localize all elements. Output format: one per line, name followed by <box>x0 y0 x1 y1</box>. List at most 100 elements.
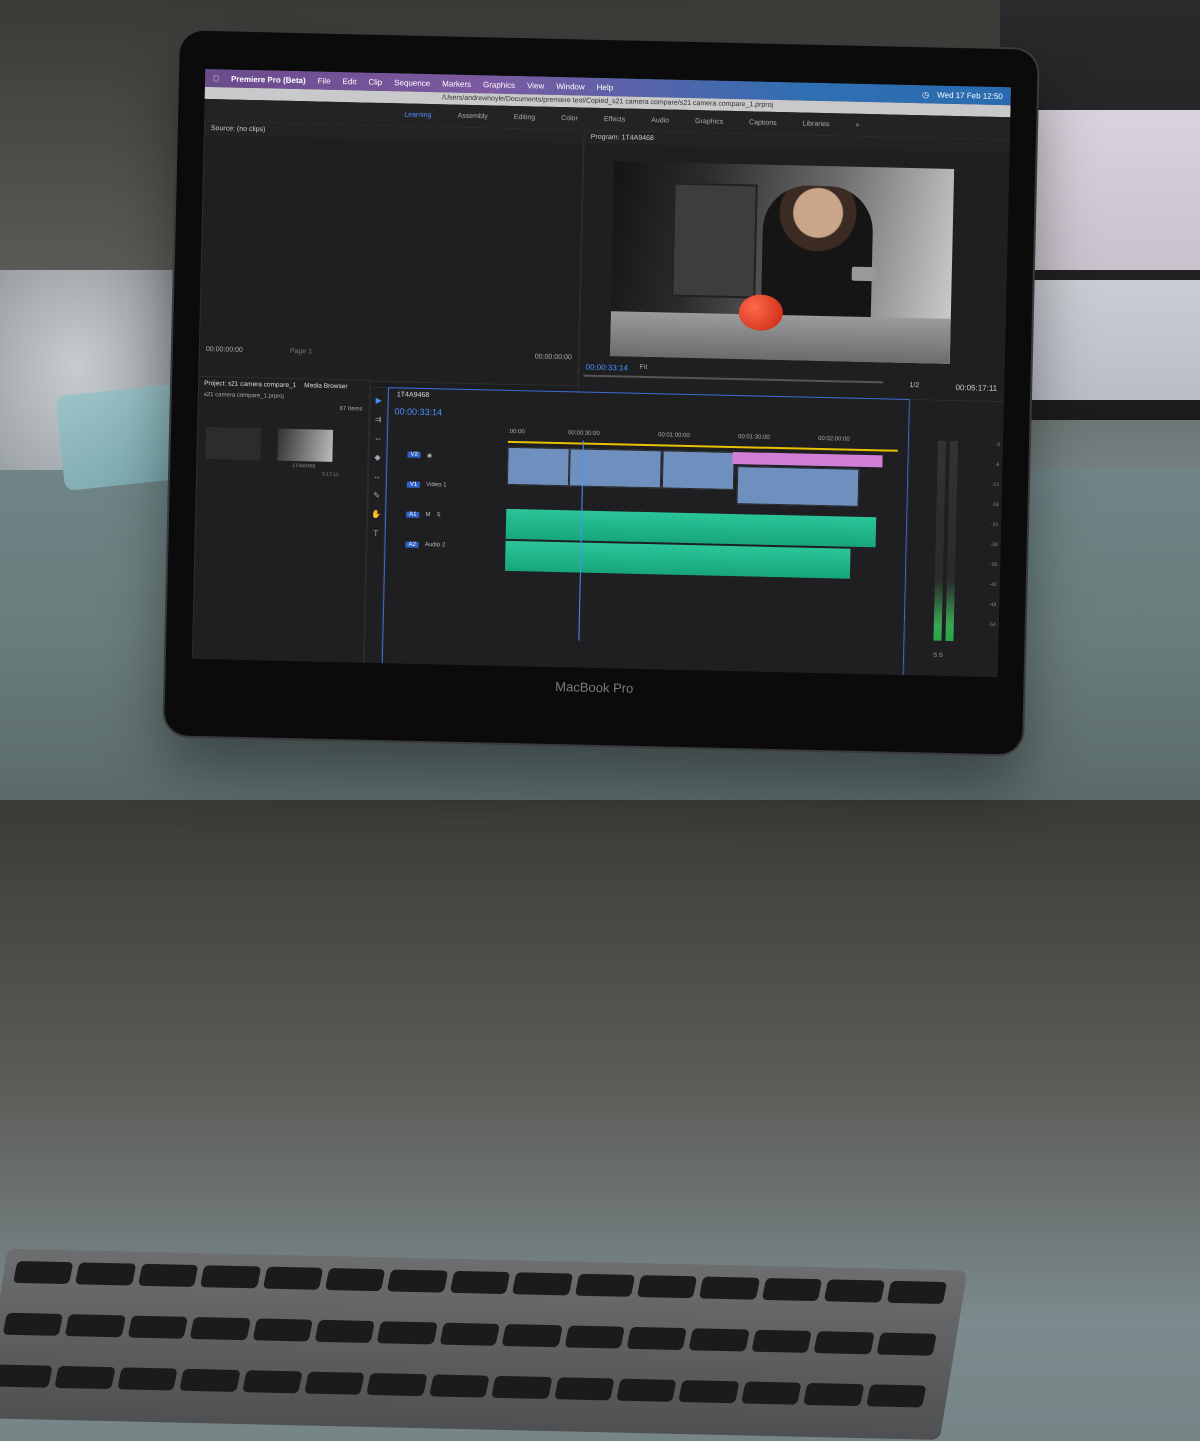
track-select-icon[interactable]: ⇉ <box>375 415 382 424</box>
bin-thumbnail[interactable] <box>205 427 262 461</box>
key[interactable] <box>751 1329 813 1353</box>
key[interactable] <box>512 1272 573 1296</box>
razor-tool-icon[interactable]: ◆ <box>374 453 380 462</box>
key[interactable] <box>813 1331 875 1355</box>
menu-edit[interactable]: Edit <box>342 77 356 86</box>
track-label[interactable]: A2 <box>405 541 419 548</box>
key[interactable] <box>626 1326 688 1351</box>
clock[interactable]: Wed 17 Feb 12:50 <box>937 90 1003 100</box>
key[interactable] <box>252 1318 313 1342</box>
key[interactable] <box>12 1260 74 1285</box>
tab-assembly[interactable]: Assembly <box>457 112 487 120</box>
menu-file[interactable]: File <box>318 76 331 85</box>
key[interactable] <box>387 1269 449 1293</box>
key[interactable] <box>189 1316 251 1341</box>
key[interactable] <box>740 1381 802 1405</box>
video-clip[interactable] <box>506 446 570 487</box>
track-label[interactable]: V1 <box>406 481 421 488</box>
key[interactable] <box>304 1371 365 1395</box>
meter-solo-buttons[interactable]: S S <box>933 653 943 659</box>
key[interactable] <box>564 1325 625 1349</box>
key[interactable] <box>324 1268 386 1292</box>
wifi-icon[interactable]: ◷ <box>922 90 929 99</box>
key[interactable] <box>491 1375 553 1400</box>
source-page[interactable]: Page 1 <box>290 348 312 356</box>
key[interactable] <box>636 1275 698 1299</box>
selection-tool-icon[interactable]: ▶ <box>376 396 382 405</box>
menu-clip[interactable]: Clip <box>368 77 382 86</box>
audio-clip[interactable] <box>504 540 851 579</box>
video-clip[interactable] <box>736 466 860 507</box>
track-label[interactable]: V2 <box>407 451 421 458</box>
tab-editing[interactable]: Editing <box>514 113 536 120</box>
tab-color[interactable]: Color <box>561 115 578 122</box>
key[interactable] <box>0 1364 54 1388</box>
resolution-dropdown[interactable]: 1/2 <box>909 382 919 389</box>
key[interactable] <box>616 1378 677 1402</box>
tab-learning[interactable]: Learning <box>404 111 431 119</box>
solo-icon[interactable]: S <box>436 512 440 518</box>
tab-captions[interactable]: Captions <box>749 119 777 127</box>
key[interactable] <box>678 1380 740 1404</box>
key[interactable] <box>137 1263 199 1287</box>
key[interactable] <box>803 1382 865 1407</box>
key[interactable] <box>761 1277 823 1302</box>
key[interactable] <box>117 1367 178 1391</box>
clip-thumbnail[interactable] <box>277 428 334 462</box>
key[interactable] <box>865 1384 927 1408</box>
timeline-timecode[interactable]: 00:00:33:14 <box>394 406 442 417</box>
key[interactable] <box>428 1374 490 1398</box>
track-label[interactable]: A1 <box>406 511 420 518</box>
mute-icon[interactable]: M <box>425 512 430 518</box>
pen-tool-icon[interactable]: ✎ <box>373 491 380 500</box>
video-clip-pink[interactable] <box>732 452 883 468</box>
menu-sequence[interactable]: Sequence <box>394 78 430 88</box>
key[interactable] <box>127 1315 189 1339</box>
menu-help[interactable]: Help <box>597 82 614 91</box>
key[interactable] <box>262 1266 324 1290</box>
tab-graphics[interactable]: Graphics <box>695 118 723 126</box>
key[interactable] <box>314 1319 376 1344</box>
key[interactable] <box>823 1279 885 1303</box>
key[interactable] <box>366 1373 428 1397</box>
tab-media-browser[interactable]: Media Browser <box>304 382 348 390</box>
tab-project[interactable]: Project: s21 camera compare_1 <box>204 380 296 389</box>
key[interactable] <box>179 1368 241 1392</box>
source-in-timecode: 00:00:00:00 <box>205 346 243 354</box>
menu-view[interactable]: View <box>527 81 544 90</box>
apple-icon[interactable]:  <box>213 74 219 83</box>
key[interactable] <box>376 1321 438 1345</box>
tab-libraries[interactable]: Libraries <box>803 120 830 128</box>
key[interactable] <box>449 1270 511 1295</box>
key[interactable] <box>65 1314 126 1338</box>
eye-icon[interactable]: ◉ <box>427 452 432 459</box>
key[interactable] <box>200 1265 261 1289</box>
key[interactable] <box>553 1377 615 1401</box>
video-clip[interactable] <box>661 450 735 491</box>
key[interactable] <box>886 1280 948 1304</box>
key[interactable] <box>75 1262 137 1286</box>
fit-dropdown[interactable]: Fit <box>640 364 648 371</box>
more-workspaces-icon[interactable]: » <box>855 121 859 128</box>
menu-markers[interactable]: Markers <box>442 79 471 89</box>
key[interactable] <box>241 1370 303 1394</box>
menu-graphics[interactable]: Graphics <box>483 80 515 90</box>
app-name[interactable]: Premiere Pro (Beta) <box>231 74 306 85</box>
key[interactable] <box>876 1332 937 1356</box>
key[interactable] <box>699 1276 760 1300</box>
hand-tool-icon[interactable]: ✋ <box>371 510 381 519</box>
key[interactable] <box>2 1312 64 1336</box>
key[interactable] <box>574 1273 636 1297</box>
tab-effects[interactable]: Effects <box>604 115 625 122</box>
program-timecode[interactable]: 00:00:33:14 <box>585 363 627 373</box>
type-tool-icon[interactable]: T <box>373 529 378 538</box>
slip-tool-icon[interactable]: ↔ <box>373 472 381 481</box>
key[interactable] <box>501 1324 563 1348</box>
ripple-edit-icon[interactable]: ⇔ <box>374 434 382 443</box>
key[interactable] <box>439 1322 501 1346</box>
program-scrub-bar[interactable] <box>583 374 884 384</box>
key[interactable] <box>54 1365 116 1390</box>
key[interactable] <box>688 1328 750 1352</box>
tab-audio[interactable]: Audio <box>651 117 669 124</box>
menu-window[interactable]: Window <box>556 81 585 91</box>
